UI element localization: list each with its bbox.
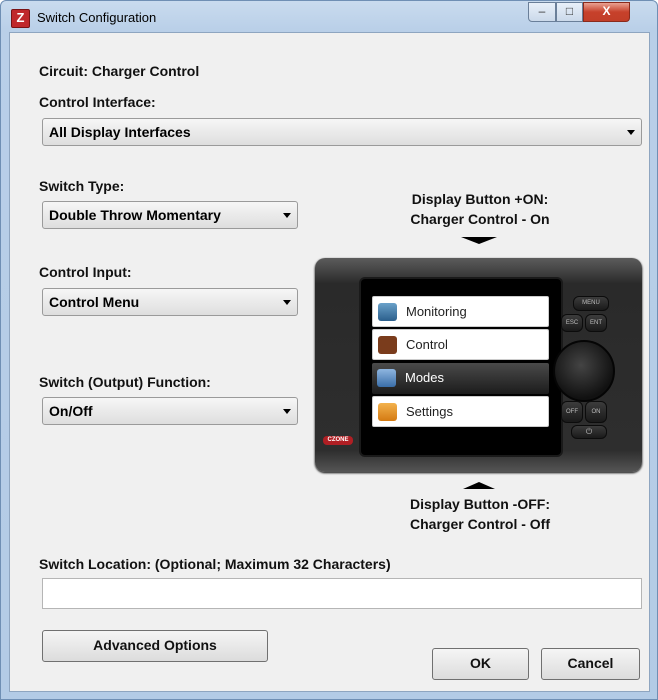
switch-location-label: Switch Location: (Optional; Maximum 32 C… xyxy=(39,556,391,572)
device-rotary-knob xyxy=(553,340,615,402)
control-interface-select[interactable]: All Display Interfaces xyxy=(42,118,642,146)
device-menu-item-settings: Settings xyxy=(372,396,549,427)
control-interface-label: Control Interface: xyxy=(39,94,156,110)
advanced-options-button[interactable]: Advanced Options xyxy=(42,630,268,662)
device-ent-button: ENT xyxy=(585,314,607,332)
czone-logo: CZONE xyxy=(323,436,353,445)
display-off-line1: Display Button -OFF: xyxy=(410,496,550,512)
display-on-caption: Display Button +ON: Charger Control - On xyxy=(350,189,610,229)
chevron-down-icon xyxy=(283,213,291,218)
arrow-up-icon xyxy=(463,482,495,489)
display-off-caption: Display Button -OFF: Charger Control - O… xyxy=(350,494,610,534)
control-input-value: Control Menu xyxy=(49,294,140,310)
circuit-label: Circuit: Charger Control xyxy=(39,63,200,79)
device-menu-item-modes: Modes xyxy=(372,363,549,394)
ok-button[interactable]: OK xyxy=(432,648,529,680)
minimize-button[interactable]: – xyxy=(528,2,556,22)
display-off-line2: Charger Control - Off xyxy=(410,516,550,532)
device-menu-label: Settings xyxy=(406,404,453,419)
switch-function-value: On/Off xyxy=(49,403,93,419)
device-on-button: ON xyxy=(585,401,607,423)
title-bar[interactable]: Z Switch Configuration – □ X xyxy=(1,1,657,33)
display-device-image: Monitoring Control Modes Settings CZONE … xyxy=(315,258,642,472)
control-icon xyxy=(378,336,397,354)
control-interface-value: All Display Interfaces xyxy=(49,124,191,140)
display-on-line2: Charger Control - On xyxy=(410,211,550,227)
switch-function-label: Switch (Output) Function: xyxy=(39,374,211,390)
device-esc-button: ESC xyxy=(561,314,583,332)
chevron-down-icon xyxy=(627,130,635,135)
window-title: Switch Configuration xyxy=(37,10,157,25)
switch-configuration-window: Z Switch Configuration – □ X Circuit: Ch… xyxy=(0,0,658,700)
switch-function-select[interactable]: On/Off xyxy=(42,397,298,425)
device-menu-label: Monitoring xyxy=(406,304,467,319)
chevron-down-icon xyxy=(283,300,291,305)
device-menu-label: Control xyxy=(406,337,448,352)
device-menu-button: MENU xyxy=(573,296,609,311)
arrow-down-icon xyxy=(461,237,497,244)
power-icon: ⏻ xyxy=(571,425,607,439)
modes-icon xyxy=(377,369,396,387)
close-button[interactable]: X xyxy=(583,2,630,22)
control-input-label: Control Input: xyxy=(39,264,132,280)
chevron-down-icon xyxy=(283,409,291,414)
display-on-line1: Display Button +ON: xyxy=(411,191,549,207)
dialog-body: Circuit: Charger Control Control Interfa… xyxy=(9,32,650,692)
switch-type-select[interactable]: Double Throw Momentary xyxy=(42,201,298,229)
switch-type-value: Double Throw Momentary xyxy=(49,207,221,223)
monitoring-icon xyxy=(378,303,397,321)
app-logo-icon: Z xyxy=(11,9,30,28)
device-menu-label: Modes xyxy=(405,370,445,385)
switch-location-input[interactable] xyxy=(42,578,642,609)
device-menu-item-monitoring: Monitoring xyxy=(372,296,549,327)
settings-icon xyxy=(378,403,397,421)
device-menu-item-control: Control xyxy=(372,329,549,360)
device-screen: Monitoring Control Modes Settings xyxy=(359,277,563,457)
cancel-button[interactable]: Cancel xyxy=(541,648,640,680)
control-input-select[interactable]: Control Menu xyxy=(42,288,298,316)
switch-type-label: Switch Type: xyxy=(39,178,125,194)
maximize-button[interactable]: □ xyxy=(556,2,583,22)
device-off-button: OFF xyxy=(561,401,583,423)
